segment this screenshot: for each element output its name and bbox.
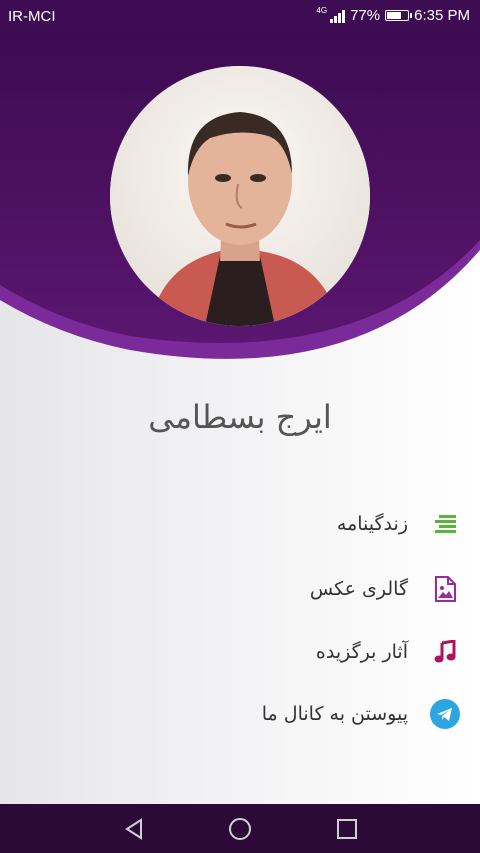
battery-percent: 77% [350,7,381,24]
signal-icon [330,9,346,23]
menu-item-label: آثار برگزیده [315,641,408,663]
menu-item-label: گالری عکس [309,578,408,600]
avatar [110,66,370,326]
music-note-icon [430,637,460,667]
menu-item-join-channel[interactable]: پیوستن به کانال ما [262,692,460,736]
home-button[interactable] [227,816,253,842]
home-icon [229,818,251,840]
menu-item-gallery[interactable]: گالری عکس [310,567,460,611]
recents-button[interactable] [334,816,360,842]
portrait-photo [110,66,370,326]
carrier-name: IR-MCI [8,8,56,25]
list-icon [430,509,460,539]
page-title: ایرج بسطامی [148,398,332,436]
back-button[interactable] [121,816,147,842]
network-type: 4G [316,6,328,15]
menu-item-label: پیوستن به کانال ما [261,703,408,725]
menu-item-label: زندگینامه [336,513,408,535]
menu-item-biography[interactable]: زندگینامه [337,502,460,546]
gallery-icon [430,574,460,604]
recents-icon [337,819,357,839]
status-bar: IR-MCI 4G 77% 6:35 PM [0,0,480,32]
menu-item-selected-works[interactable]: آثار برگزیده [316,630,460,674]
telegram-icon [430,699,460,729]
back-icon [125,818,142,840]
battery-icon [385,10,413,21]
clock: 6:35 PM [414,7,470,24]
navigation-bar [0,804,480,853]
